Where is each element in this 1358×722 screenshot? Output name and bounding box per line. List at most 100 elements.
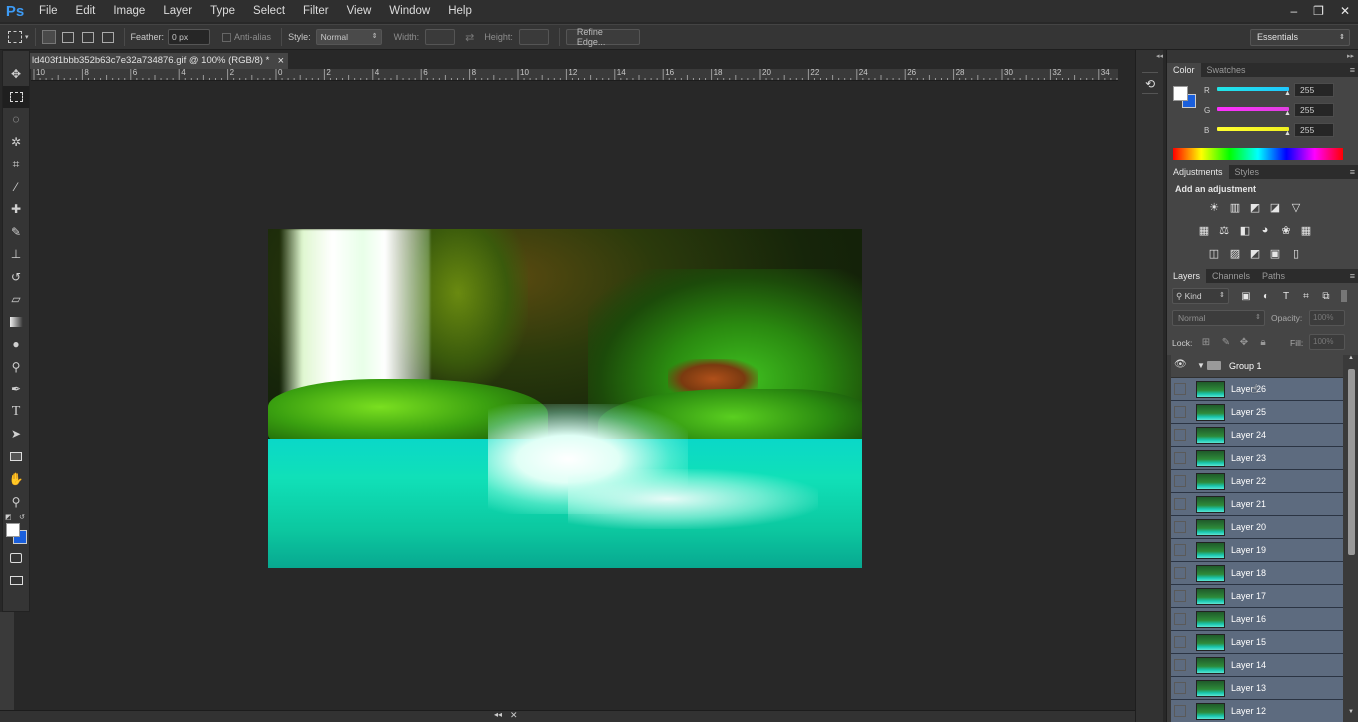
marquee-preset-icon[interactable] <box>8 31 22 43</box>
layer-row[interactable]: Layer 18 <box>1171 562 1343 585</box>
visibility-toggle[interactable] <box>1174 498 1186 510</box>
menu-help[interactable]: Help <box>439 0 481 22</box>
exposure-icon[interactable]: ◪ <box>1268 200 1282 214</box>
history-panel-icon[interactable]: ⟲ <box>1142 72 1158 94</box>
visibility-toggle[interactable] <box>1174 521 1186 533</box>
selective-color-icon[interactable]: ▣ <box>1268 246 1282 260</box>
close-icon[interactable]: ✕ <box>510 710 518 721</box>
minimize-button[interactable]: – <box>1290 4 1297 18</box>
path-selection-tool-icon[interactable]: ➤ <box>3 423 29 446</box>
gradient-tool-icon[interactable] <box>3 311 29 334</box>
eraser-tool-icon[interactable]: ▱ <box>3 288 29 311</box>
layer-row[interactable]: Layer 15 <box>1171 631 1343 654</box>
invert-icon[interactable]: ◫ <box>1207 246 1221 260</box>
filter-adjustment-icon[interactable]: ◐ <box>1259 289 1273 303</box>
curves-icon[interactable]: ◩ <box>1248 200 1262 214</box>
color-lookup-icon[interactable]: ▦ <box>1299 223 1313 237</box>
visibility-toggle[interactable] <box>1174 590 1186 602</box>
channel-r-slider[interactable] <box>1217 87 1289 91</box>
subtract-selection-icon[interactable] <box>81 31 94 43</box>
fill-input[interactable]: 100% <box>1309 334 1345 350</box>
layer-row[interactable]: Layer 20 <box>1171 516 1343 539</box>
close-tab-icon[interactable]: × <box>278 53 284 69</box>
posterize-icon[interactable]: ▨ <box>1228 246 1242 260</box>
menu-select[interactable]: Select <box>244 0 294 22</box>
collapse-dock-icon[interactable]: ◂◂ <box>1156 52 1163 60</box>
layer-row[interactable]: Layer 14 <box>1171 654 1343 677</box>
gradient-map-icon[interactable]: ▯ <box>1289 246 1303 260</box>
blend-mode-select[interactable]: Normal ⇕ <box>1172 310 1265 326</box>
new-selection-icon[interactable] <box>41 30 56 44</box>
visibility-toggle[interactable] <box>1174 429 1186 441</box>
screen-mode-icon[interactable] <box>3 570 29 593</box>
menu-type[interactable]: Type <box>201 0 244 22</box>
kind-filter-select[interactable]: ⚲ Kind ⇕ <box>1172 288 1229 304</box>
eyedropper-tool-icon[interactable]: ⁄ <box>3 176 29 199</box>
lasso-tool-icon[interactable]: ◌ <box>3 108 29 131</box>
anti-alias-checkbox[interactable] <box>222 32 232 42</box>
scroll-thumb[interactable] <box>1348 369 1355 555</box>
menu-window[interactable]: Window <box>380 0 439 22</box>
menu-layer[interactable]: Layer <box>154 0 201 22</box>
channel-r-value[interactable]: 255 <box>1294 83 1334 97</box>
slider-handle-icon[interactable]: ▲ <box>1284 90 1291 97</box>
filter-shape-icon[interactable]: ⌗ <box>1299 289 1313 303</box>
quick-mask-icon[interactable] <box>3 547 29 570</box>
disclosure-triangle-icon[interactable]: ▼ <box>1197 361 1205 370</box>
lock-position-icon[interactable]: ✥ <box>1237 335 1251 349</box>
tab-channels[interactable]: Channels <box>1206 269 1256 283</box>
channel-mixer-icon[interactable]: ❀ <box>1279 223 1293 237</box>
channel-b-value[interactable]: 255 <box>1294 123 1334 137</box>
clone-stamp-tool-icon[interactable]: ⊥ <box>3 243 29 266</box>
visibility-toggle[interactable] <box>1174 544 1186 556</box>
hue-saturation-icon[interactable]: ▦ <box>1197 223 1211 237</box>
visibility-toggle[interactable] <box>1174 567 1186 579</box>
foreground-color-swatch[interactable] <box>1173 86 1188 101</box>
layer-row[interactable]: Layer 17 <box>1171 585 1343 608</box>
scroll-down-icon[interactable]: ▼ <box>1348 709 1354 715</box>
visibility-toggle[interactable] <box>1174 383 1186 395</box>
height-input[interactable] <box>518 29 549 45</box>
history-brush-tool-icon[interactable]: ↺ <box>3 266 29 289</box>
channel-g-value[interactable]: 255 <box>1294 103 1334 117</box>
filter-smart-object-icon[interactable]: ⧉ <box>1319 289 1333 303</box>
tab-paths[interactable]: Paths <box>1256 269 1291 283</box>
panel-menu-icon[interactable]: ≡ <box>1350 269 1355 283</box>
layer-row[interactable]: Layer 13 <box>1171 677 1343 700</box>
blur-tool-icon[interactable]: ● <box>3 333 29 356</box>
tab-color[interactable]: Color <box>1167 63 1201 77</box>
document-tab[interactable]: ld403f1bbb352b63c7e32a734876.gif @ 100% … <box>30 53 288 69</box>
threshold-icon[interactable]: ◩ <box>1248 246 1262 260</box>
add-selection-icon[interactable] <box>61 31 74 43</box>
layers-scrollbar[interactable]: ▲ ▼ <box>1346 355 1356 722</box>
tab-adjustments[interactable]: Adjustments <box>1167 165 1229 179</box>
tab-swatches[interactable]: Swatches <box>1201 63 1252 77</box>
panel-menu-icon[interactable]: ≡ <box>1350 63 1355 77</box>
swap-colors-icon[interactable]: ↺ <box>19 513 25 521</box>
tab-layers[interactable]: Layers <box>1167 269 1207 283</box>
lock-all-icon[interactable]: 🔒︎ <box>1256 335 1270 349</box>
visibility-toggle[interactable] <box>1174 682 1186 694</box>
group-row[interactable]: 👁︎ ▼ Group 1 <box>1171 355 1343 378</box>
hand-tool-icon[interactable]: ✋ <box>3 468 29 491</box>
collapse-icon[interactable]: ◂◂ <box>494 710 502 719</box>
dodge-tool-icon[interactable]: ⚲ <box>3 356 29 379</box>
crop-tool-icon[interactable]: ⌗ <box>3 153 29 176</box>
healing-brush-tool-icon[interactable]: ✚ <box>3 198 29 221</box>
type-tool-icon[interactable]: T <box>3 401 29 424</box>
tab-styles[interactable]: Styles <box>1229 165 1266 179</box>
menu-file[interactable]: File <box>30 0 67 22</box>
rectangle-tool-icon[interactable] <box>3 446 29 469</box>
visibility-toggle[interactable] <box>1174 613 1186 625</box>
visibility-toggle[interactable] <box>1174 452 1186 464</box>
lock-image-icon[interactable]: ✎ <box>1219 335 1233 349</box>
pen-tool-icon[interactable]: ✒ <box>3 378 29 401</box>
restore-button[interactable]: ❐ <box>1313 4 1324 18</box>
vibrance-icon[interactable]: ▽ <box>1289 200 1303 214</box>
menu-image[interactable]: Image <box>104 0 154 22</box>
workspace-select[interactable]: Essentials ⇕ <box>1250 29 1350 46</box>
refine-edge-button[interactable]: Refine Edge... <box>565 27 640 47</box>
foreground-color-swatch[interactable] <box>6 523 20 537</box>
layer-row[interactable]: Layer 25 <box>1171 401 1343 424</box>
close-window-button[interactable]: ✕ <box>1340 4 1350 18</box>
